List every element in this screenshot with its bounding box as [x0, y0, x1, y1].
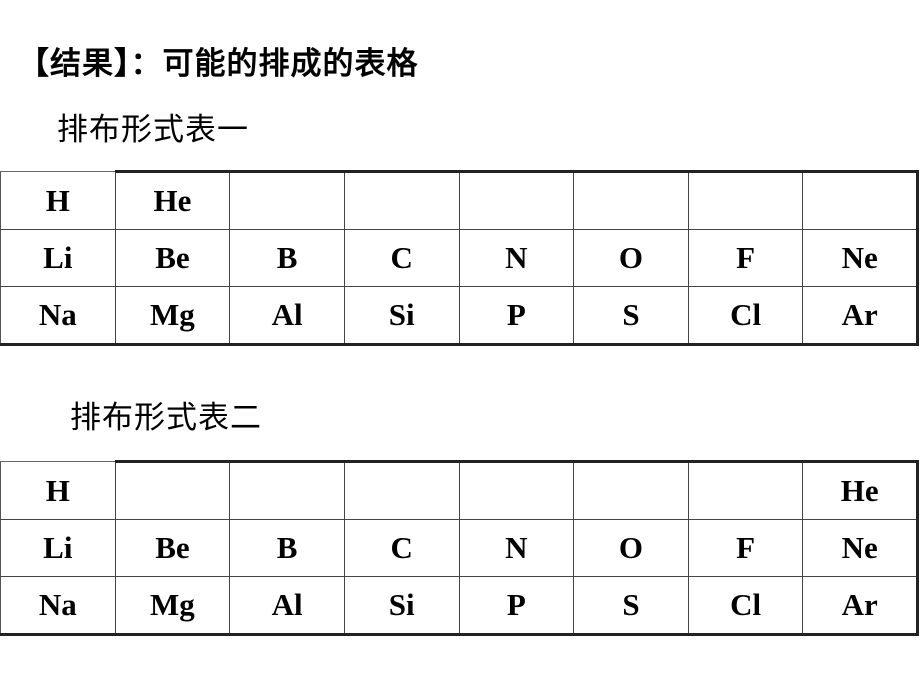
element-cell: He	[802, 460, 919, 520]
element-cell: Li	[0, 229, 116, 287]
element-cell: F	[687, 229, 804, 287]
empty-cell	[343, 460, 460, 520]
element-cell: H	[0, 171, 116, 230]
element-cell: Na	[0, 576, 116, 636]
empty-cell	[573, 460, 689, 520]
element-cell: Be	[114, 519, 231, 577]
empty-cell	[458, 460, 575, 520]
element-cell: Na	[0, 286, 116, 346]
empty-cell	[687, 460, 804, 520]
element-cell: B	[229, 519, 345, 577]
element-cell: Al	[229, 576, 345, 636]
table-row: Na Mg Al Si P S Cl Ar	[0, 576, 919, 636]
empty-cell	[343, 170, 460, 230]
element-cell: Ar	[802, 576, 919, 636]
empty-cell	[687, 170, 804, 230]
empty-cell	[229, 460, 345, 520]
element-cell: S	[573, 576, 689, 636]
table-row: Li Be B C N O F Ne	[0, 519, 919, 577]
table-two-title: 排布形式表二	[70, 400, 262, 436]
element-cell: Mg	[114, 576, 231, 636]
table-row: Li Be B C N O F Ne	[0, 229, 919, 287]
element-cell: Ar	[802, 286, 919, 346]
element-cell: Mg	[114, 286, 231, 346]
element-cell: He	[114, 170, 231, 230]
element-cell: N	[458, 229, 575, 287]
element-cell: C	[343, 229, 460, 287]
element-cell: Be	[114, 229, 231, 287]
empty-cell	[458, 170, 575, 230]
element-cell: C	[343, 519, 460, 577]
element-cell: P	[458, 286, 575, 346]
table-row: H He	[0, 460, 919, 520]
element-cell: Si	[343, 286, 460, 346]
empty-cell	[573, 170, 689, 230]
page-heading: 【结果】：可能的排成的表格	[18, 46, 419, 82]
element-cell: Ne	[802, 229, 919, 287]
element-cell: Cl	[687, 286, 804, 346]
arrangement-table-two: H He Li Be B C N O F Ne Na Mg Al Si P S Cl Ar	[0, 460, 919, 636]
table-row: H He	[0, 170, 919, 230]
element-cell: P	[458, 576, 575, 636]
element-cell: B	[229, 229, 345, 287]
empty-cell	[229, 170, 345, 230]
element-cell: O	[573, 229, 689, 287]
element-cell: H	[0, 461, 116, 520]
element-cell: S	[573, 286, 689, 346]
element-cell: Ne	[802, 519, 919, 577]
element-cell: N	[458, 519, 575, 577]
table-one-title: 排布形式表一	[57, 112, 249, 148]
table-row: Na Mg Al Si P S Cl Ar	[0, 286, 919, 346]
element-cell: F	[687, 519, 804, 577]
empty-cell	[802, 170, 919, 230]
element-cell: Si	[343, 576, 460, 636]
empty-cell	[114, 460, 231, 520]
element-cell: Cl	[687, 576, 804, 636]
arrangement-table-one: H He Li Be B C N O F Ne Na Mg Al Si P S Cl Ar	[0, 170, 919, 346]
element-cell: Li	[0, 519, 116, 577]
element-cell: Al	[229, 286, 345, 346]
element-cell: O	[573, 519, 689, 577]
